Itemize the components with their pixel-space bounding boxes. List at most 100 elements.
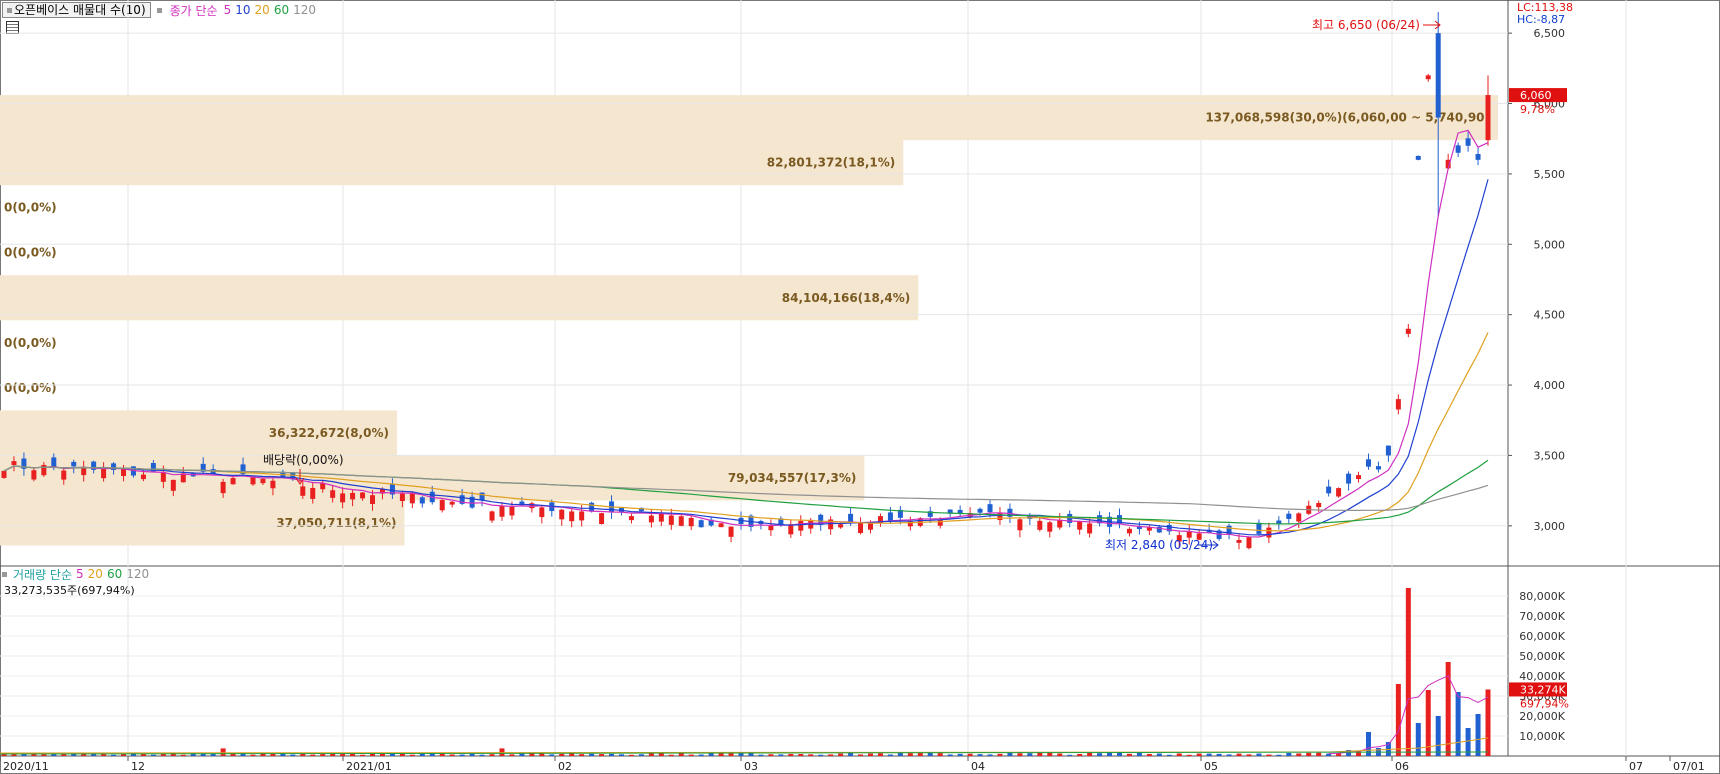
- ma-line-5: [3, 129, 1489, 538]
- volume-bar: [429, 753, 435, 756]
- volume-profile-label: 0(0,0%): [4, 201, 57, 215]
- volume-bar: [987, 754, 993, 756]
- candle-body: [150, 463, 156, 472]
- candle-body: [1236, 539, 1242, 543]
- ma-period-5[interactable]: 5: [224, 3, 232, 17]
- dividend-arrow-icon: [295, 469, 305, 485]
- candle-body: [828, 519, 834, 530]
- x-tick-label: 07: [1629, 760, 1643, 773]
- volume-bar: [180, 754, 186, 756]
- volume-title[interactable]: 거래량 단순: [13, 566, 72, 583]
- high-annotation: 최고 6,650 (06/24): [1312, 18, 1420, 32]
- volume-bar: [350, 753, 356, 756]
- volume-indicator-bar: 거래량 단순 5 20 60 120: [2, 566, 153, 582]
- volume-bar: [1296, 753, 1302, 756]
- candle-body: [1316, 502, 1322, 508]
- candle-body: [977, 508, 983, 513]
- candle-body: [1057, 519, 1063, 528]
- candle-body: [310, 487, 316, 499]
- candle-body: [250, 477, 256, 485]
- volume-bar: [1395, 684, 1401, 756]
- candle-body: [1087, 523, 1093, 534]
- volume-bar: [1346, 750, 1352, 756]
- ma-label[interactable]: 종가 단순: [170, 2, 218, 19]
- candle-body: [907, 520, 913, 527]
- candle-body: [1356, 475, 1362, 480]
- table-grid-icon[interactable]: [6, 21, 19, 34]
- candle-body: [479, 492, 485, 501]
- volume-bar: [379, 753, 385, 756]
- candle-body: [628, 516, 634, 521]
- volume-bar: [320, 754, 326, 756]
- volume-bar: [867, 753, 873, 756]
- candle-body: [1435, 33, 1441, 118]
- volume-bar: [11, 753, 17, 756]
- candle-body: [1256, 522, 1262, 534]
- volume-bar: [838, 753, 844, 756]
- volume-bar: [957, 753, 963, 756]
- candle-body: [1306, 505, 1312, 514]
- volume-bar: [1326, 753, 1332, 756]
- candle-body: [1107, 516, 1113, 527]
- volume-bar: [41, 754, 47, 756]
- candle-body: [1097, 515, 1103, 524]
- volume-bar: [927, 752, 933, 756]
- volume-bar: [230, 752, 236, 756]
- ma-period-20[interactable]: 20: [255, 3, 270, 17]
- candle-body: [1017, 519, 1023, 531]
- ma-period-60[interactable]: 60: [274, 3, 289, 17]
- volume-bar: [81, 753, 87, 756]
- volume-bar: [778, 754, 784, 756]
- volume-profile-bar: [0, 140, 904, 186]
- candle-body: [1415, 155, 1421, 160]
- candle-body: [11, 461, 17, 466]
- volume-bar: [220, 748, 226, 756]
- candle-body: [499, 505, 505, 517]
- volume-period-5[interactable]: 5: [76, 567, 84, 581]
- volume-tick-label: 20,000K: [1519, 710, 1565, 723]
- volume-bar: [1485, 689, 1491, 756]
- volume-bar: [1385, 742, 1391, 756]
- last-volume-pct-label: 697,94%: [1520, 697, 1569, 710]
- y-tick-label: 3,500: [1534, 449, 1566, 462]
- candle-body: [81, 466, 87, 476]
- x-tick-label: 07/01: [1673, 760, 1705, 773]
- low-annotation: 최저 2,840 (05/24): [1105, 538, 1213, 552]
- volume-period-60[interactable]: 60: [107, 567, 122, 581]
- volume-bar: [977, 754, 983, 756]
- volume-bar: [858, 754, 864, 756]
- ma-period-10[interactable]: 10: [235, 3, 250, 17]
- volume-bar: [947, 754, 953, 756]
- volume-bar: [579, 754, 585, 756]
- candle-body: [638, 507, 644, 512]
- volume-bar: [539, 753, 545, 756]
- volume-bar: [61, 753, 67, 756]
- indicator-title[interactable]: 오픈베이스 매물대 수(10): [2, 2, 151, 18]
- volume-bar: [71, 752, 77, 756]
- volume-period-120[interactable]: 120: [126, 567, 149, 581]
- volume-bar: [1236, 753, 1242, 756]
- volume-period-20[interactable]: 20: [88, 567, 103, 581]
- volume-bar: [160, 753, 166, 756]
- volume-bar: [1246, 754, 1252, 756]
- x-tick-label: 2020/11: [3, 760, 49, 773]
- candle-body: [987, 504, 993, 513]
- volume-bar: [1216, 753, 1222, 756]
- candle-body: [897, 509, 903, 518]
- volume-bar: [718, 753, 724, 756]
- candle-body: [1385, 445, 1391, 456]
- volume-bar: [130, 752, 136, 756]
- ma-period-120[interactable]: 120: [293, 3, 316, 17]
- candle-body: [1395, 399, 1401, 410]
- volume-bar: [1097, 753, 1103, 756]
- candle-body: [838, 524, 844, 528]
- candle-body: [1475, 153, 1481, 160]
- candle-body: [688, 517, 694, 527]
- candle-body: [1186, 530, 1192, 538]
- candle-body: [190, 472, 196, 477]
- candle-body: [489, 511, 495, 521]
- candle-body: [1126, 528, 1132, 534]
- volume-bar: [260, 752, 266, 756]
- lc-label: LC:113,38: [1517, 1, 1573, 14]
- volume-bar: [1057, 753, 1063, 756]
